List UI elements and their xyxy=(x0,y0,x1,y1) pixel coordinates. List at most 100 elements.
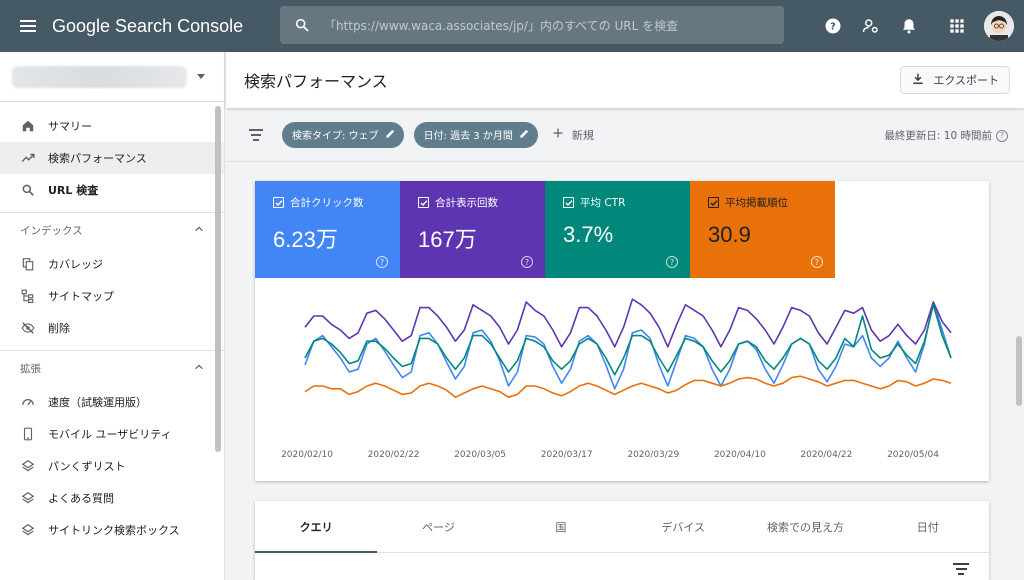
date-filter-chip[interactable]: 日付: 過去 3 か月間 xyxy=(413,121,538,148)
sidebar-item-url-inspection[interactable]: URL 検査 xyxy=(0,174,224,206)
new-filter-button[interactable]: 新規 xyxy=(552,127,594,143)
export-button[interactable]: エクスポート xyxy=(900,66,1010,94)
export-label: エクスポート xyxy=(933,74,999,87)
layers-icon xyxy=(20,490,36,506)
tab-device[interactable]: デバイス xyxy=(622,501,744,552)
sidebar-item-faq[interactable]: よくある質問 xyxy=(0,482,224,514)
series-line-1[interactable] xyxy=(304,298,952,348)
x-tick-label: 2020/04/10 xyxy=(714,450,766,460)
checkbox-checked-icon xyxy=(708,197,719,208)
checkbox-checked-icon xyxy=(418,197,429,208)
metric-total-impressions[interactable]: 合計表示回数 167万 ? xyxy=(400,181,545,278)
tab-query[interactable]: クエリ xyxy=(255,501,378,553)
app-title[interactable]: Google Search Console xyxy=(52,16,243,37)
sidebar-item-sitelinks-searchbox[interactable]: サイトリンク検索ボックス xyxy=(0,514,224,546)
series-line-3[interactable] xyxy=(304,375,952,398)
sidebar-item-label: 削除 xyxy=(48,322,70,335)
top-app-bar: Google Search Console 「https://www.waca.… xyxy=(0,0,1024,52)
help-circle-icon[interactable]: ? xyxy=(996,129,1008,142)
help-circle-icon[interactable]: ? xyxy=(666,256,678,268)
sidebar-item-speed[interactable]: 速度（試験運用版） xyxy=(0,386,224,418)
x-tick-label: 2020/04/22 xyxy=(800,450,852,460)
dimension-tabs: クエリ ページ 国 デバイス 検索での見え方 日付 xyxy=(255,501,989,553)
metric-label: 平均掲載順位 xyxy=(725,197,788,209)
sidebar-item-label: よくある質問 xyxy=(48,492,114,505)
speed-icon xyxy=(20,394,36,410)
checkbox-checked-icon xyxy=(563,197,574,208)
property-selector[interactable] xyxy=(0,52,224,102)
sidebar-item-mobile-usability[interactable]: モバイル ユーザビリティ xyxy=(0,418,224,450)
new-label: 新規 xyxy=(571,128,594,142)
x-tick-label: 2020/03/17 xyxy=(541,450,593,460)
tab-search-appearance[interactable]: 検索での見え方 xyxy=(744,501,866,552)
plus-icon xyxy=(552,127,564,142)
filter-icon[interactable] xyxy=(248,128,264,141)
search-type-filter-chip[interactable]: 検索タイプ: ウェブ xyxy=(282,121,404,148)
property-name-blurred xyxy=(12,65,187,88)
trending-up-icon xyxy=(20,150,36,166)
chevron-up-icon xyxy=(194,224,204,237)
page-title: 検索パフォーマンス xyxy=(244,72,388,91)
filter-bar: 検索タイプ: ウェブ 日付: 過去 3 か月間 新規 最終更新日: 10 時間前… xyxy=(226,108,1024,162)
metric-label: 合計クリック数 xyxy=(290,197,364,209)
main-scrollbar[interactable] xyxy=(1016,336,1022,406)
settings-user-icon[interactable] xyxy=(852,7,890,45)
sitemap-icon xyxy=(20,288,36,304)
sidebar-item-label: パンくずリスト xyxy=(48,460,126,473)
tab-date[interactable]: 日付 xyxy=(867,501,989,552)
help-circle-icon[interactable]: ? xyxy=(811,256,823,268)
eye-off-icon xyxy=(20,320,36,336)
chevron-up-icon xyxy=(194,362,204,375)
sidebar-group-index[interactable]: インデックス xyxy=(0,212,224,248)
main-menu-button[interactable] xyxy=(16,14,40,38)
sidebar-item-breadcrumbs[interactable]: パンくずリスト xyxy=(0,450,224,482)
metric-value: 167万 xyxy=(418,227,477,252)
search-placeholder: 「https://www.waca.associates/jp/」内のすべての … xyxy=(324,18,679,33)
sidebar-item-coverage[interactable]: カバレッジ xyxy=(0,248,224,280)
tab-country[interactable]: 国 xyxy=(500,501,622,552)
sidebar-item-sitemaps[interactable]: サイトマップ xyxy=(0,280,224,312)
metric-value: 6.23万 xyxy=(273,227,338,252)
x-tick-label: 2020/05/04 xyxy=(887,450,939,460)
layers-icon xyxy=(20,458,36,474)
metric-average-position[interactable]: 平均掲載順位 30.9 ? xyxy=(690,181,835,278)
phone-icon xyxy=(20,426,36,442)
sidebar-item-removals[interactable]: 削除 xyxy=(0,312,224,344)
url-inspect-search-box[interactable]: 「https://www.waca.associates/jp/」内のすべての … xyxy=(280,6,784,44)
metric-total-clicks[interactable]: 合計クリック数 6.23万 ? xyxy=(255,181,400,278)
dropdown-caret-icon xyxy=(197,74,205,79)
sidebar-scrollbar[interactable] xyxy=(215,106,221,452)
chip-label: 日付: 過去 3 か月間 xyxy=(423,131,513,142)
metric-value: 30.9 xyxy=(708,222,751,247)
performance-line-chart[interactable]: 2020/02/10 2020/02/22 2020/03/05 2020/03/17… xyxy=(255,278,989,481)
sidebar-item-performance[interactable]: 検索パフォーマンス xyxy=(0,142,224,174)
metric-value: 3.7% xyxy=(563,222,614,247)
sidebar-item-label: サイトリンク検索ボックス xyxy=(48,524,180,537)
apps-grid-icon[interactable] xyxy=(938,7,976,45)
account-avatar[interactable] xyxy=(984,11,1014,41)
table-filter-icon[interactable] xyxy=(953,563,969,575)
sidebar-item-summary[interactable]: サマリー xyxy=(0,110,224,142)
x-tick-label: 2020/03/05 xyxy=(454,450,506,460)
home-icon xyxy=(20,118,36,134)
help-circle-icon[interactable]: ? xyxy=(521,256,533,268)
help-icon[interactable]: ? xyxy=(814,7,852,45)
group-label: インデックス xyxy=(20,225,83,237)
tab-page[interactable]: ページ xyxy=(377,501,499,552)
sidebar-group-enhancements[interactable]: 拡張 xyxy=(0,350,224,386)
metric-average-ctr[interactable]: 平均 CTR 3.7% ? xyxy=(545,181,690,278)
search-icon xyxy=(280,17,324,33)
edit-pencil-icon xyxy=(519,128,530,142)
page-header: 検索パフォーマンス エクスポート xyxy=(226,52,1024,108)
metric-label: 平均 CTR xyxy=(580,197,626,209)
last-updated-text: 最終更新日: 10 時間前 xyxy=(884,130,992,142)
sidebar-item-label: URL 検査 xyxy=(48,184,99,197)
sidebar-item-label: モバイル ユーザビリティ xyxy=(48,428,172,441)
x-tick-label: 2020/02/10 xyxy=(281,450,333,460)
performance-chart-card: 合計クリック数 6.23万 ? 合計表示回数 167万 ? 平均 CTR 3.7… xyxy=(255,181,989,481)
notifications-bell-icon[interactable] xyxy=(890,7,928,45)
search-icon xyxy=(20,182,36,198)
help-circle-icon[interactable]: ? xyxy=(376,256,388,268)
last-updated: 最終更新日: 10 時間前 ? xyxy=(884,128,1008,143)
checkbox-checked-icon xyxy=(273,197,284,208)
